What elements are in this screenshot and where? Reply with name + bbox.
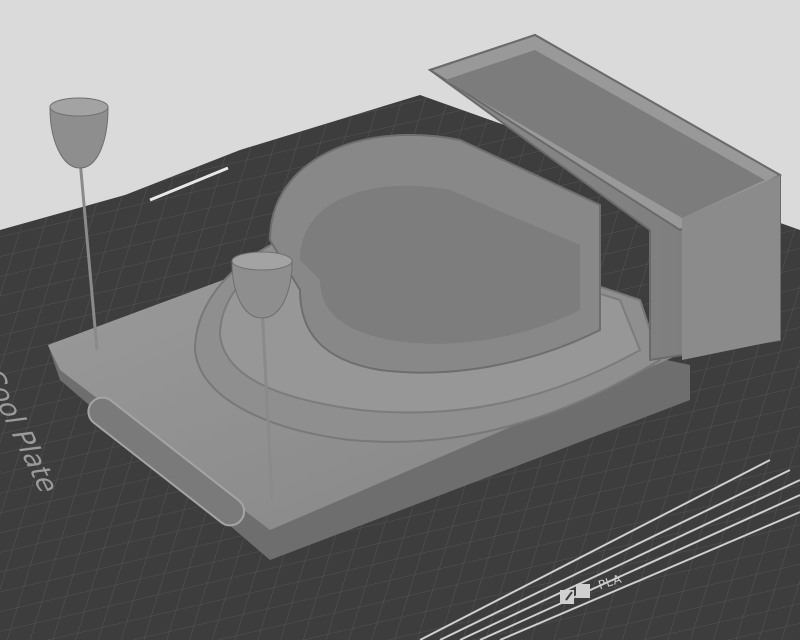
3d-viewport[interactable]: y Cool Plate PLA bbox=[0, 0, 800, 640]
build-plate-scene[interactable] bbox=[0, 0, 800, 640]
